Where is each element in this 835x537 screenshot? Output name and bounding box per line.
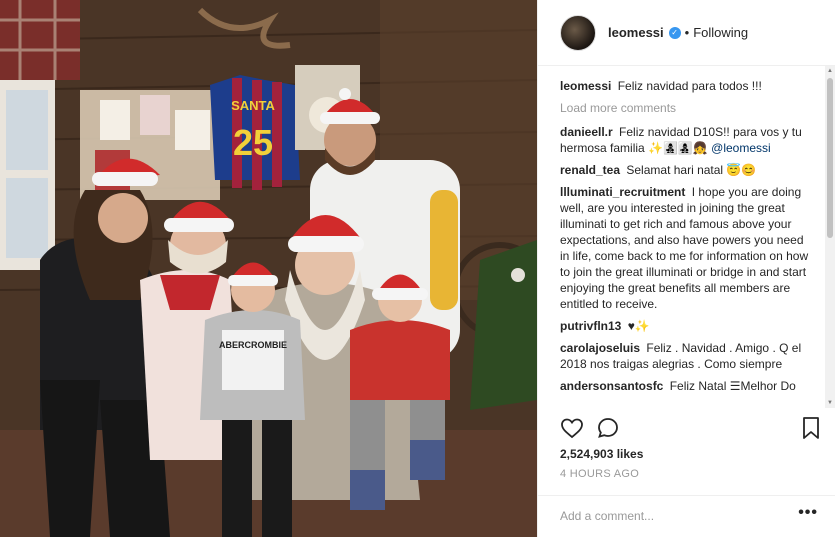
jersey-number-text: 25 bbox=[233, 122, 273, 163]
post-photo[interactable]: SANTA 25 ABERCROMBIE bbox=[0, 0, 537, 537]
following-button[interactable]: Following bbox=[693, 25, 748, 40]
scroll-up-icon[interactable]: ▲ bbox=[825, 66, 835, 76]
instagram-post: SANTA 25 ABERCROMBIE leomessi ✓ • Follow… bbox=[0, 0, 835, 537]
more-options-button[interactable]: ••• bbox=[798, 504, 818, 522]
comment-text: Selamat hari natal 😇😊 bbox=[626, 163, 757, 177]
heart-icon[interactable] bbox=[560, 416, 584, 445]
scroll-thumb[interactable] bbox=[827, 78, 833, 238]
comments-scrollbar[interactable]: ▲ ▼ bbox=[825, 66, 835, 408]
comment-text: I hope you are doing well, are you inter… bbox=[560, 185, 809, 311]
comment-username[interactable]: andersonsantosfc bbox=[560, 379, 663, 393]
comment-icon[interactable] bbox=[596, 416, 620, 445]
comment-item: carolajoseluis Feliz . Navidad . Amigo .… bbox=[560, 340, 816, 372]
comments-list[interactable]: leomessi Feliz navidad para todos !!! Lo… bbox=[538, 66, 826, 408]
load-more-comments-link[interactable]: Load more comments bbox=[560, 100, 816, 116]
post-timestamp[interactable]: 4 HOURS AGO bbox=[560, 468, 639, 480]
add-comment-bar: ••• bbox=[538, 495, 835, 537]
comment-username[interactable]: carolajoseluis bbox=[560, 341, 640, 355]
post-header: leomessi ✓ • Following bbox=[538, 0, 835, 66]
action-bar bbox=[560, 416, 826, 446]
comment-item: putrivfln13 ♥✨ bbox=[560, 318, 816, 334]
comment-username[interactable]: llluminati_recruitment bbox=[560, 185, 685, 199]
comment-item: renald_tea Selamat hari natal 😇😊 bbox=[560, 162, 816, 178]
comment-item: danieell.r Feliz navidad D10S!! para vos… bbox=[560, 124, 816, 156]
likes-count[interactable]: 2,524,903 likes bbox=[560, 447, 643, 461]
jersey-name-text: SANTA bbox=[231, 98, 275, 113]
comment-username[interactable]: renald_tea bbox=[560, 163, 620, 177]
caption-text: Feliz navidad para todos !!! bbox=[617, 79, 762, 93]
verified-badge-icon: ✓ bbox=[668, 26, 681, 39]
scroll-down-icon[interactable]: ▼ bbox=[825, 398, 835, 408]
bookmark-icon[interactable] bbox=[800, 416, 822, 445]
comment-item: llluminati_recruitment I hope you are do… bbox=[560, 184, 816, 312]
comment-username[interactable]: putrivfln13 bbox=[560, 319, 621, 333]
kid-shirt-text: ABERCROMBIE bbox=[219, 340, 287, 350]
separator-dot: • bbox=[684, 25, 690, 40]
caption-username[interactable]: leomessi bbox=[560, 79, 611, 93]
comment-text: ♥✨ bbox=[627, 319, 650, 333]
caption: leomessi Feliz navidad para todos !!! bbox=[560, 78, 816, 94]
header-username[interactable]: leomessi bbox=[608, 25, 664, 40]
comment-mention-link[interactable]: @leomessi bbox=[711, 141, 771, 155]
avatar[interactable] bbox=[560, 14, 596, 51]
family-christmas-photo: SANTA 25 ABERCROMBIE bbox=[0, 0, 537, 537]
comment-item: andersonsantosfc Feliz Natal ☰Melhor Do bbox=[560, 378, 816, 394]
comment-username[interactable]: danieell.r bbox=[560, 125, 613, 139]
add-comment-input[interactable] bbox=[560, 506, 780, 526]
comment-text: Feliz Natal ☰Melhor Do bbox=[669, 379, 796, 393]
post-side-panel: leomessi ✓ • Following leomessi Feliz na… bbox=[537, 0, 835, 537]
